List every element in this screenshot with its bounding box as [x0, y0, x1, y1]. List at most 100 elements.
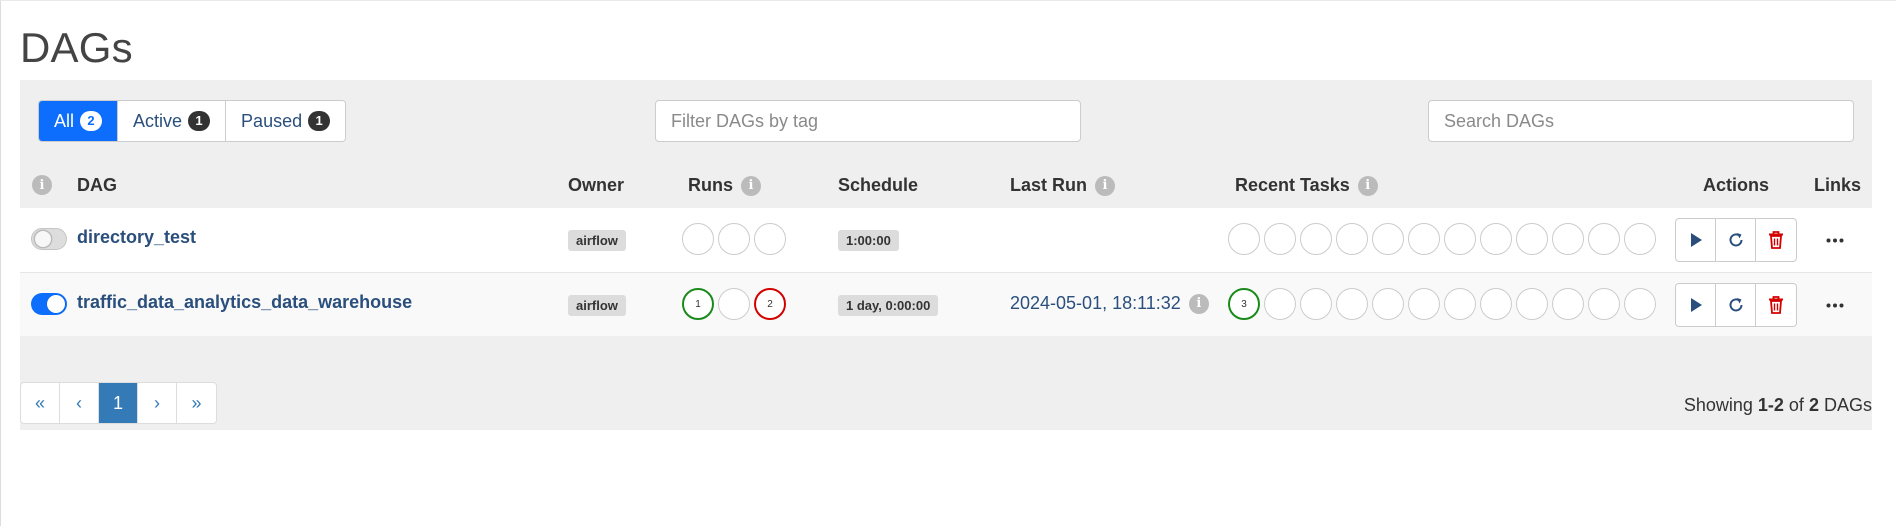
- tag-filter-input[interactable]: [655, 100, 1081, 142]
- last-page-button[interactable]: »: [177, 383, 216, 423]
- task-state-circle[interactable]: [1624, 223, 1656, 255]
- table-row: directory_test airflow 1:00:00: [20, 208, 1872, 272]
- filter-active-count-badge: 1: [188, 111, 211, 131]
- showing-suffix: DAGs: [1823, 395, 1872, 415]
- info-icon[interactable]: i: [32, 175, 52, 195]
- task-state-circle[interactable]: [1372, 288, 1404, 320]
- filter-all-label: All: [54, 110, 75, 131]
- filter-active-button[interactable]: Active 1: [118, 101, 227, 141]
- run-failed-circle[interactable]: 2: [754, 288, 786, 320]
- showing-of: of: [1788, 395, 1804, 415]
- trash-icon: [1769, 231, 1783, 249]
- task-state-circle[interactable]: [1444, 223, 1476, 255]
- pause-toggle[interactable]: [31, 293, 67, 315]
- pause-toggle[interactable]: [31, 228, 67, 250]
- header-recent-tasks: Recent Tasks i: [1235, 175, 1378, 196]
- showing-summary: Showing 1-2 of 2 DAGs: [1684, 395, 1872, 416]
- task-state-circle[interactable]: [1588, 223, 1620, 255]
- task-state-circle[interactable]: [1300, 288, 1332, 320]
- page-title: DAGs: [20, 24, 133, 71]
- task-state-circle[interactable]: [1336, 288, 1368, 320]
- owner-chip[interactable]: airflow: [568, 230, 626, 251]
- search-dags-input[interactable]: [1428, 100, 1854, 142]
- runs-info-icon[interactable]: i: [741, 175, 761, 196]
- actions-group: [1675, 218, 1797, 262]
- current-page-button[interactable]: 1: [99, 383, 138, 423]
- header-links: Links: [1814, 175, 1862, 195]
- task-state-circle[interactable]: [1588, 288, 1620, 320]
- refresh-icon: [1729, 233, 1742, 247]
- header-dag[interactable]: DAG: [77, 175, 117, 196]
- first-page-button[interactable]: «: [21, 383, 60, 423]
- header-runs: Runs i: [688, 175, 761, 196]
- task-state-circle[interactable]: [1516, 288, 1548, 320]
- filter-paused-button[interactable]: Paused 1: [226, 101, 346, 141]
- header-info: i: [32, 175, 52, 195]
- links-menu-button[interactable]: [1820, 230, 1850, 250]
- next-page-button[interactable]: ›: [138, 383, 177, 423]
- table-row: traffic_data_analytics_data_warehouse ai…: [20, 272, 1872, 336]
- dag-id-link[interactable]: traffic_data_analytics_data_warehouse: [77, 292, 412, 313]
- recent-tasks-circles: [1228, 223, 1656, 255]
- links-menu-button[interactable]: [1820, 295, 1850, 315]
- header-recent-tasks-label: Recent Tasks: [1235, 175, 1350, 195]
- header-owner: Owner: [568, 175, 625, 195]
- pagination: « ‹ 1 › »: [20, 382, 217, 424]
- filter-all-button[interactable]: All 2: [39, 101, 119, 141]
- task-state-circle[interactable]: [1444, 288, 1476, 320]
- run-state-circle[interactable]: [754, 223, 786, 255]
- recent-tasks-circles: 3: [1228, 288, 1656, 320]
- run-state-circle[interactable]: [718, 288, 750, 320]
- dag-id-link[interactable]: directory_test: [77, 227, 196, 248]
- prev-page-button[interactable]: ‹: [60, 383, 99, 423]
- header-actions: Actions: [1703, 175, 1770, 195]
- task-state-circle[interactable]: [1552, 223, 1584, 255]
- task-state-circle[interactable]: [1480, 288, 1512, 320]
- last-run-link[interactable]: 2024-05-01, 18:11:32 i: [1010, 293, 1209, 314]
- delete-dag-button[interactable]: [1756, 219, 1796, 261]
- status-filter-group: All 2 Active 1 Paused 1: [38, 100, 347, 142]
- refresh-dag-button[interactable]: [1716, 284, 1756, 326]
- task-state-circle[interactable]: [1516, 223, 1548, 255]
- recent-tasks-info-icon[interactable]: i: [1357, 175, 1378, 196]
- last-run-value: 2024-05-01, 18:11:32: [1010, 293, 1181, 313]
- task-state-circle[interactable]: [1372, 223, 1404, 255]
- toggle-knob: [34, 230, 52, 248]
- task-state-circle[interactable]: [1624, 288, 1656, 320]
- trigger-dag-button[interactable]: [1676, 284, 1716, 326]
- task-state-circle[interactable]: [1408, 223, 1440, 255]
- filter-all-count-badge: 2: [80, 111, 103, 131]
- showing-prefix: Showing: [1683, 395, 1753, 415]
- filter-paused-label: Paused: [241, 110, 303, 131]
- task-state-circle[interactable]: [1264, 223, 1296, 255]
- showing-range: 1-2: [1757, 395, 1784, 415]
- schedule-chip: 1 day, 0:00:00: [838, 295, 939, 316]
- task-success-circle[interactable]: 3: [1228, 288, 1260, 320]
- run-success-circle[interactable]: 1: [682, 288, 714, 320]
- play-icon: [1690, 298, 1702, 312]
- last-run-info-icon[interactable]: i: [1188, 293, 1209, 314]
- task-state-circle[interactable]: [1480, 223, 1512, 255]
- trigger-dag-button[interactable]: [1676, 219, 1716, 261]
- task-state-circle[interactable]: [1300, 223, 1332, 255]
- refresh-dag-button[interactable]: [1716, 219, 1756, 261]
- header-schedule: Schedule: [838, 175, 919, 195]
- run-state-circle[interactable]: [682, 223, 714, 255]
- owner-chip[interactable]: airflow: [568, 295, 626, 316]
- delete-dag-button[interactable]: [1756, 284, 1796, 326]
- task-state-circle[interactable]: [1552, 288, 1584, 320]
- showing-total: 2: [1808, 395, 1819, 415]
- task-state-circle[interactable]: [1264, 288, 1296, 320]
- task-state-circle[interactable]: [1336, 223, 1368, 255]
- filter-active-label: Active: [133, 110, 183, 131]
- task-state-circle[interactable]: [1408, 288, 1440, 320]
- play-icon: [1690, 233, 1702, 247]
- schedule-chip: 1:00:00: [838, 230, 899, 251]
- ellipsis-icon: [1826, 238, 1844, 242]
- task-state-circle[interactable]: [1228, 223, 1260, 255]
- last-run-info-icon[interactable]: i: [1095, 175, 1116, 196]
- header-runs-label: Runs: [688, 175, 733, 195]
- toggle-knob: [47, 295, 65, 313]
- refresh-icon: [1729, 298, 1742, 312]
- run-state-circle[interactable]: [718, 223, 750, 255]
